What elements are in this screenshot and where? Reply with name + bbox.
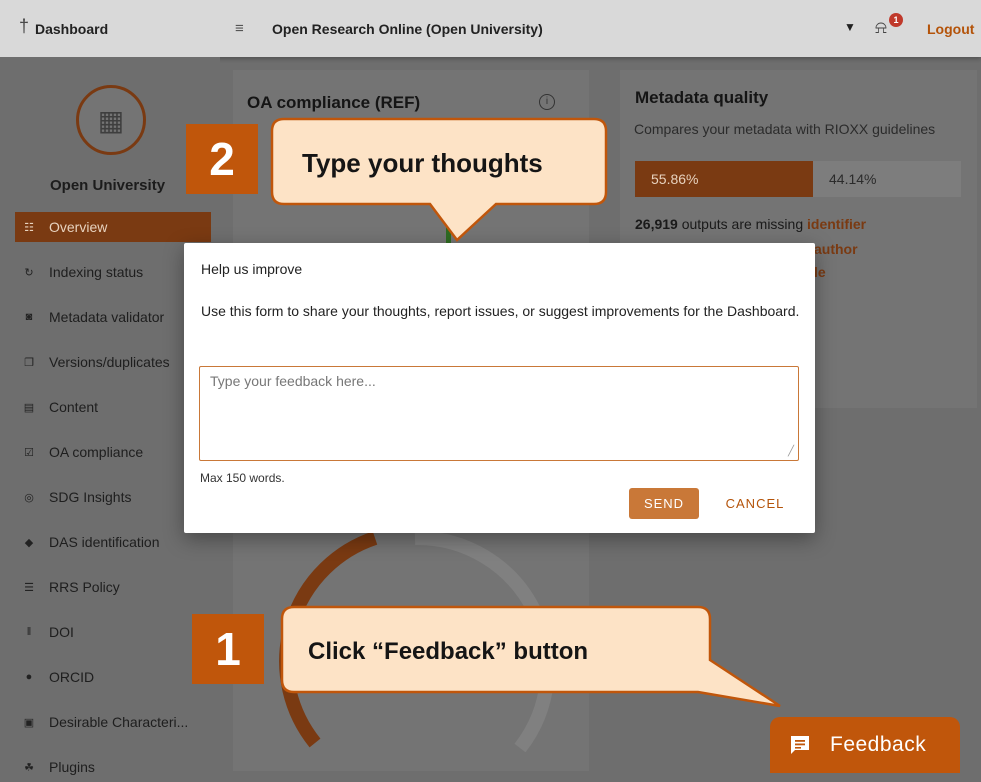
dashboard-title[interactable]: Dashboard [35, 21, 108, 37]
barcode-icon: ‖ [26, 626, 32, 638]
top-bar: † Dashboard ≡ Open Research Online (Open… [0, 0, 981, 57]
feedback-button[interactable]: Feedback [770, 717, 960, 773]
organization-name: Open University [50, 177, 166, 194]
chat-icon [788, 733, 812, 757]
metadata-quality-title: Metadata quality [635, 88, 769, 107]
step-1-callout: Click “Feedback” button [280, 604, 790, 719]
sidebar-item-label: Desirable Characteri... [49, 714, 189, 730]
missing-text: outputs are missing [677, 216, 807, 232]
sidebar-item-label: DAS identification [49, 534, 160, 550]
sync-icon: ↻ [24, 266, 34, 279]
document-icon: ▤ [23, 401, 35, 414]
metadata-quality-subtitle: Compares your metadata with RIOXX guidel… [634, 121, 936, 137]
sidebar-item-doi[interactable]: ‖ DOI [15, 617, 211, 647]
database-icon: ≡ [235, 20, 244, 37]
missing-count: 26,919 [635, 216, 678, 232]
sidebar-item-label: RRS Policy [49, 579, 120, 595]
step-2-text: Type your thoughts [302, 148, 543, 178]
bell-icon[interactable]: ⍾ [875, 17, 887, 38]
dialog-title: Help us improve [201, 261, 303, 277]
feedback-textarea[interactable]: Type your feedback here... ╱ [199, 366, 799, 461]
dashboard-logo-icon: † [19, 16, 30, 36]
sidebar-item-label: Content [49, 399, 99, 415]
step-2-badge: 2 [186, 124, 258, 194]
chevron-down-icon[interactable]: ▼ [844, 20, 856, 34]
sidebar-item-das-identification[interactable]: ◆ DAS identification [15, 527, 211, 557]
sidebar-item-label: SDG Insights [49, 489, 132, 505]
sidebar-item-label: Versions/duplicates [49, 354, 170, 370]
missing-field-link[interactable]: identifier [807, 216, 866, 232]
sidebar-item-orcid[interactable]: ● ORCID [15, 662, 211, 692]
das-icon: ◆ [24, 536, 34, 549]
metadata-bar-missing: 44.14% [813, 161, 961, 197]
sidebar-item-oa-compliance[interactable]: ☑ OA compliance [15, 437, 211, 467]
sidebar-item-rrs-policy[interactable]: ☰ RRS Policy [15, 572, 211, 602]
callout-bubble-shape [270, 117, 608, 242]
puzzle-icon: ☘ [24, 761, 34, 774]
step-1-badge: 1 [192, 614, 264, 684]
step-2-callout: Type your thoughts [270, 116, 640, 251]
missing-title-link[interactable]: le [814, 264, 826, 280]
feedback-placeholder: Type your feedback here... [210, 373, 376, 389]
orcid-icon: ● [25, 671, 33, 683]
missing-author-link[interactable]: author [814, 241, 858, 257]
file-check-icon: ▣ [23, 716, 35, 729]
organization-logo: ▦ [76, 85, 146, 155]
word-limit-hint: Max 150 words. [200, 471, 285, 485]
sidebar-item-label: DOI [49, 624, 74, 640]
policy-icon: ☰ [24, 581, 34, 594]
sidebar-item-label: Indexing status [49, 264, 144, 280]
metadata-bar-compliant: 55.86% [635, 161, 813, 197]
send-button[interactable]: SEND [629, 488, 699, 519]
copy-icon: ❐ [24, 356, 34, 369]
cancel-button[interactable]: CANCEL [719, 488, 791, 519]
feedback-button-label: Feedback [830, 733, 927, 756]
validator-icon: ◙ [25, 311, 33, 323]
resize-handle-icon[interactable]: ╱ [788, 446, 794, 457]
sidebar-item-sdg-insights[interactable]: ◎ SDG Insights [15, 482, 211, 512]
sdg-icon: ◎ [24, 491, 34, 504]
sidebar-item-label: Overview [49, 219, 108, 235]
dialog-description: Use this form to share your thoughts, re… [201, 303, 800, 319]
calendar-check-icon: ☑ [24, 446, 34, 459]
oa-compliance-title: OA compliance (REF) [247, 93, 421, 112]
sidebar-item-label: Metadata validator [49, 309, 165, 325]
sidebar-item-desirable-characteristics[interactable]: ▣ Desirable Characteri... [15, 707, 211, 737]
repository-name[interactable]: Open Research Online (Open University) [272, 21, 543, 37]
sidebar-item-plugins[interactable]: ☘ Plugins [15, 752, 211, 782]
feedback-dialog: Help us improve Use this form to share y… [184, 243, 815, 533]
notification-badge: 1 [889, 13, 903, 27]
building-icon: ▦ [97, 104, 125, 136]
sidebar-item-label: Plugins [49, 759, 95, 775]
sidebar-item-versions-duplicates[interactable]: ❐ Versions/duplicates [15, 347, 211, 377]
logout-button[interactable]: Logout [927, 21, 974, 37]
info-icon[interactable]: i [539, 94, 555, 110]
sidebar-item-content[interactable]: ▤ Content [15, 392, 211, 422]
sidebar-item-metadata-validator[interactable]: ◙ Metadata validator [15, 302, 211, 332]
sidebar-item-overview[interactable]: ☷ Overview [15, 212, 211, 242]
step-1-text: Click “Feedback” button [308, 638, 589, 665]
sidebar-item-indexing-status[interactable]: ↻ Indexing status [15, 257, 211, 287]
grid-icon: ☷ [24, 221, 34, 234]
metadata-missing-line: 26,919 outputs are missing identifier [635, 216, 866, 232]
sidebar-item-label: OA compliance [49, 444, 144, 460]
sidebar-item-label: ORCID [49, 669, 95, 685]
